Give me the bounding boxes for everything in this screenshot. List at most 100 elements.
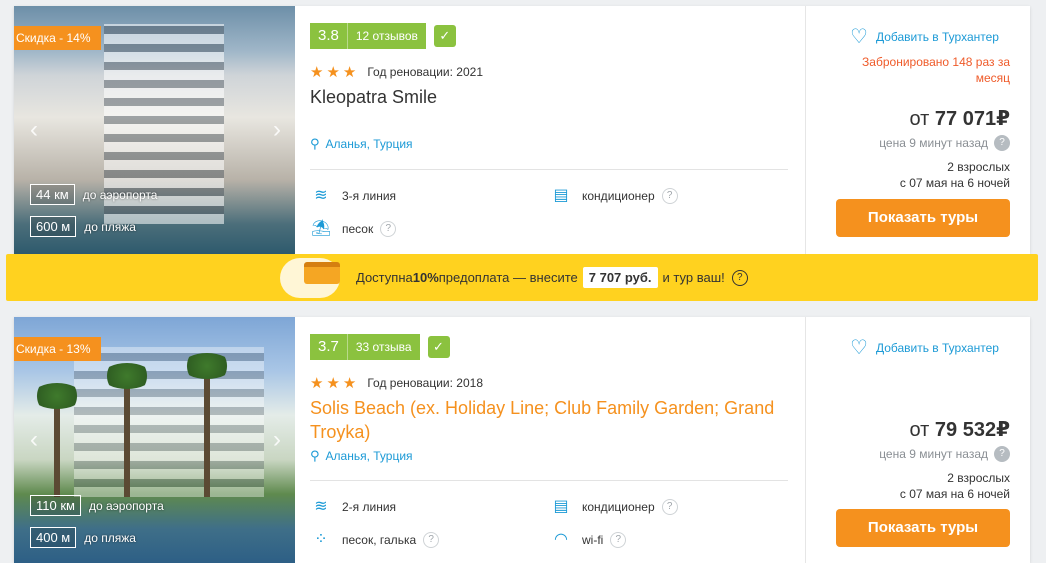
rating-block[interactable]: 3.8 12 отзывов ✓ <box>310 23 456 49</box>
heart-icon: ♡ <box>850 26 868 48</box>
airport-distance-value: 44 км <box>30 184 75 205</box>
ac-icon: ▤ <box>553 187 569 204</box>
feature-label: 3-я линия <box>342 189 397 203</box>
help-icon[interactable]: ? <box>994 135 1010 151</box>
discount-badge: Скидка - 13% <box>14 337 101 361</box>
price-column: ♡ Добавить в Турхантер от 79 532₽ цена 9… <box>805 317 1030 563</box>
add-favorite-button[interactable]: ♡ Добавить в Турхантер <box>850 24 999 49</box>
pax-info: 2 взрослых с 07 мая на 6 ночей <box>900 470 1010 502</box>
price-updated-label: цена 9 минут назад <box>879 447 988 461</box>
price: от 77 071₽ <box>910 106 1011 131</box>
help-icon[interactable]: ? <box>661 499 678 515</box>
wave-icon: ≋ <box>314 187 328 204</box>
location[interactable]: ⚲ Аланья, Турция <box>310 136 413 152</box>
next-photo-icon[interactable]: › <box>267 116 287 144</box>
ac-icon: ▤ <box>553 498 569 515</box>
airport-distance: 110 км до аэропорта <box>30 495 164 516</box>
check-icon: ✓ <box>433 25 456 47</box>
pin-icon: ⚲ <box>310 448 320 463</box>
beach-distance-value: 400 м <box>30 527 77 548</box>
pax-adults: 2 взрослых <box>947 471 1010 485</box>
add-favorite-button[interactable]: ♡ Добавить в Турхантер <box>850 335 999 360</box>
heart-icon: ♡ <box>850 337 868 359</box>
feature-label: песок, галька <box>342 533 417 547</box>
rating-score: 3.7 <box>310 334 347 360</box>
beach-distance-label: до пляжа <box>84 219 136 234</box>
prepay-percent: 10% <box>412 270 439 285</box>
pax-dates: с 07 мая на 6 ночей <box>899 176 1010 190</box>
beach-distance: 400 м до пляжа <box>30 527 136 548</box>
hotel-name[interactable]: Solis Beach (ex. Holiday Line; Club Fami… <box>310 396 780 444</box>
feature-label: wi-fi <box>582 533 604 547</box>
location[interactable]: ⚲ Аланья, Турция <box>310 448 413 464</box>
hotel-photo[interactable]: Скидка - 14% ‹ › 44 км до аэропорта 600 … <box>14 6 295 254</box>
help-icon[interactable]: ? <box>610 532 627 548</box>
divider <box>310 169 788 170</box>
help-icon[interactable]: ? <box>731 269 748 286</box>
help-icon[interactable]: ? <box>423 532 440 548</box>
airport-distance-label: до аэропорта <box>82 187 158 202</box>
feature-beach: ⁘ песок, галька ? <box>310 530 440 550</box>
palm-image <box>182 353 232 497</box>
feature-label: 2-я линия <box>342 500 397 514</box>
price-updated: цена 9 минут назад ? <box>879 446 1010 462</box>
feature-ac: ▤ кондиционер ? <box>550 186 678 206</box>
stars-row: ★★★ Год реновации: 2018 <box>310 374 483 392</box>
prepay-text-after: и тур ваш! <box>662 270 725 285</box>
prepayment-text: Доступна 10% предоплата — внесите 7 707 … <box>356 267 748 288</box>
price-updated-label: цена 9 минут назад <box>879 136 988 150</box>
location-label: Аланья, Турция <box>325 449 413 463</box>
stars-row: ★★★ Год реновации: 2021 <box>310 63 483 81</box>
palm-image <box>32 383 82 497</box>
currency: ₽ <box>996 108 1010 130</box>
prev-photo-icon[interactable]: ‹ <box>24 426 44 454</box>
add-favorite-label: Добавить в Турхантер <box>875 340 999 355</box>
wave-icon: ≋ <box>314 498 328 515</box>
reviews-count[interactable]: 33 отзыва <box>346 334 420 360</box>
show-tours-button[interactable]: Показать туры <box>836 509 1010 547</box>
location-label: Аланья, Турция <box>325 137 413 151</box>
discount-badge: Скидка - 14% <box>14 26 101 50</box>
next-photo-icon[interactable]: › <box>267 426 287 454</box>
pax-info: 2 взрослых с 07 мая на 6 ночей <box>900 159 1010 191</box>
beach-icon: ⛱ <box>310 220 332 237</box>
credit-card-icon <box>304 262 340 284</box>
prepay-text-mid: предоплата — внесите <box>438 270 578 285</box>
airport-distance-value: 110 км <box>30 495 81 516</box>
price: от 79 532₽ <box>910 417 1011 442</box>
prepayment-banner: Доступна 10% предоплата — внесите 7 707 … <box>6 254 1038 301</box>
rating-block[interactable]: 3.7 33 отзыва ✓ <box>310 334 450 360</box>
renovation-year: Год реновации: 2021 <box>367 65 483 79</box>
price-prefix: от <box>909 419 930 441</box>
feature-label: песок <box>342 222 374 236</box>
price-column: ♡ Добавить в Турхантер Забронировано 148… <box>805 6 1030 254</box>
divider <box>310 480 788 481</box>
add-favorite-label: Добавить в Турхантер <box>875 29 999 44</box>
booked-count: Забронировано 148 раз за месяц <box>862 55 1010 85</box>
palm-image <box>102 363 152 497</box>
help-icon[interactable]: ? <box>994 446 1010 462</box>
help-icon[interactable]: ? <box>661 188 678 204</box>
hotel-info: 3.8 12 отзывов ✓ ★★★ Год реновации: 2021… <box>310 6 788 254</box>
show-tours-button[interactable]: Показать туры <box>836 199 1010 237</box>
star-rating-icon: ★★★ <box>310 375 360 392</box>
beach-distance-value: 600 м <box>30 216 77 237</box>
help-icon[interactable]: ? <box>380 221 397 237</box>
airport-distance-label: до аэропорта <box>88 498 164 513</box>
feature-wifi: ◠ wi-fi ? <box>550 530 627 550</box>
prev-photo-icon[interactable]: ‹ <box>24 116 44 144</box>
rating-score: 3.8 <box>310 23 347 49</box>
hotel-name[interactable]: Kleopatra Smile <box>310 85 437 109</box>
renovation-year: Год реновации: 2018 <box>367 376 483 390</box>
feature-label: кондиционер <box>582 189 655 203</box>
hotel-card: Скидка - 13% ‹ › 110 км до аэропорта 400… <box>14 317 1030 563</box>
wifi-icon: ◠ <box>554 531 568 548</box>
check-icon: ✓ <box>427 336 450 358</box>
currency: ₽ <box>996 419 1010 441</box>
building-image <box>74 347 264 497</box>
hotel-info: 3.7 33 отзыва ✓ ★★★ Год реновации: 2018 … <box>310 317 788 563</box>
pax-adults: 2 взрослых <box>947 160 1010 174</box>
price-value: 77 071 <box>934 108 997 130</box>
hotel-photo[interactable]: Скидка - 13% ‹ › 110 км до аэропорта 400… <box>14 317 295 563</box>
reviews-count[interactable]: 12 отзывов <box>346 23 426 49</box>
